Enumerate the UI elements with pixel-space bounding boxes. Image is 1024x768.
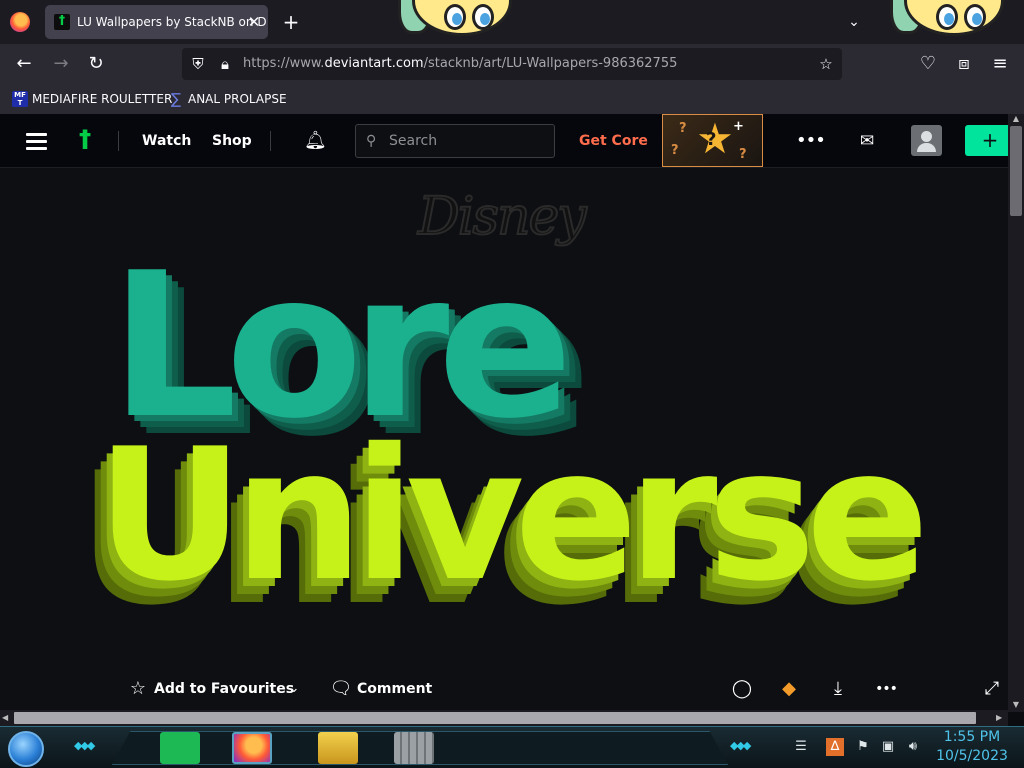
extensions-puzzle-icon[interactable]: ⧈: [952, 52, 976, 76]
more-options-icon[interactable]: •••: [796, 130, 826, 152]
scroll-thumb[interactable]: [14, 712, 976, 724]
reload-icon[interactable]: ↻: [84, 52, 108, 76]
avatar[interactable]: [911, 125, 942, 156]
badge-icon[interactable]: ◯: [729, 674, 755, 704]
back-arrow-icon[interactable]: ←: [12, 52, 36, 76]
expand-fullscreen-icon[interactable]: ⤢: [979, 674, 1005, 704]
download-icon[interactable]: ⤓: [825, 674, 851, 704]
bookmark-second[interactable]: ∑ ANAL PROLAPSE: [168, 91, 287, 107]
site-menu-icon[interactable]: [26, 133, 47, 150]
search-input[interactable]: ⚲ Search: [355, 124, 555, 158]
site-header: ꝉ Watch Shop 🔔︎ ⚲ Search Get Core ? ? ? …: [0, 114, 1008, 168]
more-actions-icon[interactable]: •••: [873, 674, 899, 704]
divider: [270, 131, 271, 151]
hamburger-menu-icon[interactable]: ≡: [988, 52, 1012, 76]
tab-strip: ꝉ LU Wallpapers by StackNB on D ✕ + ⌄: [0, 0, 1024, 44]
bookmarks-toolbar: MF T MEDIAFIRE ROULETTER ∑ ANAL PROLAPSE: [0, 84, 1024, 114]
shop-link[interactable]: Shop: [212, 114, 252, 168]
browser-window: ꝉ LU Wallpapers by StackNB on D ✕ + ⌄ ← …: [0, 0, 1024, 726]
decoration: ◆◆◆: [74, 739, 95, 752]
notifications-bell-icon[interactable]: 🔔︎: [304, 130, 327, 152]
cartoon-decoration: [392, 0, 522, 36]
deviation-action-bar: ☆ Add to Favourites ⌄ 🗨︎ Comment ◯ ◆ ⤓ •…: [0, 674, 1008, 712]
favourite-star-icon[interactable]: ☆: [125, 674, 151, 704]
volume-icon[interactable]: 🔊︎: [904, 738, 922, 756]
scroll-thumb[interactable]: [1010, 126, 1022, 216]
add-to-favourites-button[interactable]: Add to Favourites: [154, 674, 294, 704]
firefox-app-icon[interactable]: [232, 732, 272, 764]
firefox-menu-icon[interactable]: [10, 12, 30, 32]
lock-icon[interactable]: 🔒︎: [214, 53, 236, 75]
universe-title-text: Universe: [96, 409, 929, 621]
close-tab-icon[interactable]: ✕: [246, 5, 262, 39]
castle-app-icon[interactable]: [394, 732, 434, 764]
file-explorer-icon[interactable]: [318, 732, 358, 764]
bookmark-star-icon[interactable]: ☆: [815, 53, 837, 75]
tab-list-chevron-icon[interactable]: ⌄: [843, 9, 865, 35]
clock-date: 10/5/2023: [936, 748, 1008, 764]
new-tab-button[interactable]: +: [280, 9, 302, 35]
submit-plus-button[interactable]: +: [965, 125, 1008, 156]
watch-link[interactable]: Watch: [142, 114, 191, 168]
vertical-scrollbar[interactable]: ▲ ▼: [1008, 114, 1024, 712]
navigation-toolbar: ← → ↻ ⛨ 🔒︎ https://www.deviantart.com/st…: [0, 44, 1024, 84]
divider: [118, 131, 119, 151]
clock[interactable]: 1:55 PM 10/5/2023: [930, 728, 1014, 768]
get-core-link[interactable]: Get Core: [579, 114, 648, 168]
start-orb-button[interactable]: [8, 731, 44, 767]
deviantart-favicon-icon: ꝉ: [54, 14, 70, 30]
mediafire-icon: MF T: [12, 91, 28, 107]
page-viewport: ꝉ Watch Shop 🔔︎ ⚲ Search Get Core ? ? ? …: [0, 114, 1008, 712]
tray-app-icon[interactable]: ∆: [826, 738, 844, 756]
horizontal-scrollbar[interactable]: ◀ ▶: [0, 710, 1008, 726]
decoration: ◆◆◆: [730, 739, 751, 752]
tab-title: LU Wallpapers by StackNB on D: [77, 15, 267, 29]
spotify-app-icon[interactable]: [160, 732, 200, 764]
tracking-shield-icon[interactable]: ⛨: [187, 53, 209, 75]
comment-icon[interactable]: 🗨︎: [328, 674, 354, 704]
bookmark-icon: ∑: [170, 90, 182, 108]
chevron-down-icon[interactable]: ⌄: [281, 674, 307, 704]
search-icon: ⚲: [366, 133, 377, 149]
comment-button[interactable]: Comment: [357, 674, 432, 704]
forward-arrow-icon[interactable]: →: [49, 52, 73, 76]
address-bar[interactable]: ⛨ 🔒︎ https://www.deviantart.com/stacknb/…: [182, 48, 842, 80]
mystery-reward-banner[interactable]: ? ? ? + ★ ?: [662, 114, 763, 167]
taskbar: ◆◆◆ ◆◆◆ ☰ ∆ ⚑ ▣ 🔊︎ 1:55 PM 10/5/2023: [0, 726, 1024, 768]
artwork-image[interactable]: Disney Lore Universe: [0, 169, 1008, 681]
network-icon[interactable]: ▣: [879, 738, 897, 756]
flag-icon[interactable]: ⚑: [854, 738, 872, 756]
mail-icon[interactable]: ✉: [856, 130, 878, 152]
url-text[interactable]: https://www.deviantart.com/stacknb/art/L…: [243, 48, 677, 80]
deviantart-logo-icon[interactable]: ꝉ: [74, 127, 96, 155]
cartoon-decoration: [884, 0, 1014, 36]
tab-active[interactable]: ꝉ LU Wallpapers by StackNB on D ✕: [45, 5, 268, 39]
tray-overflow-icon[interactable]: ☰: [792, 738, 810, 756]
pocket-icon[interactable]: ♡: [916, 52, 940, 76]
gem-icon[interactable]: ◆: [776, 674, 802, 704]
clock-time: 1:55 PM: [943, 729, 1001, 745]
bookmark-mediafire[interactable]: MF T MEDIAFIRE ROULETTER: [12, 91, 172, 107]
